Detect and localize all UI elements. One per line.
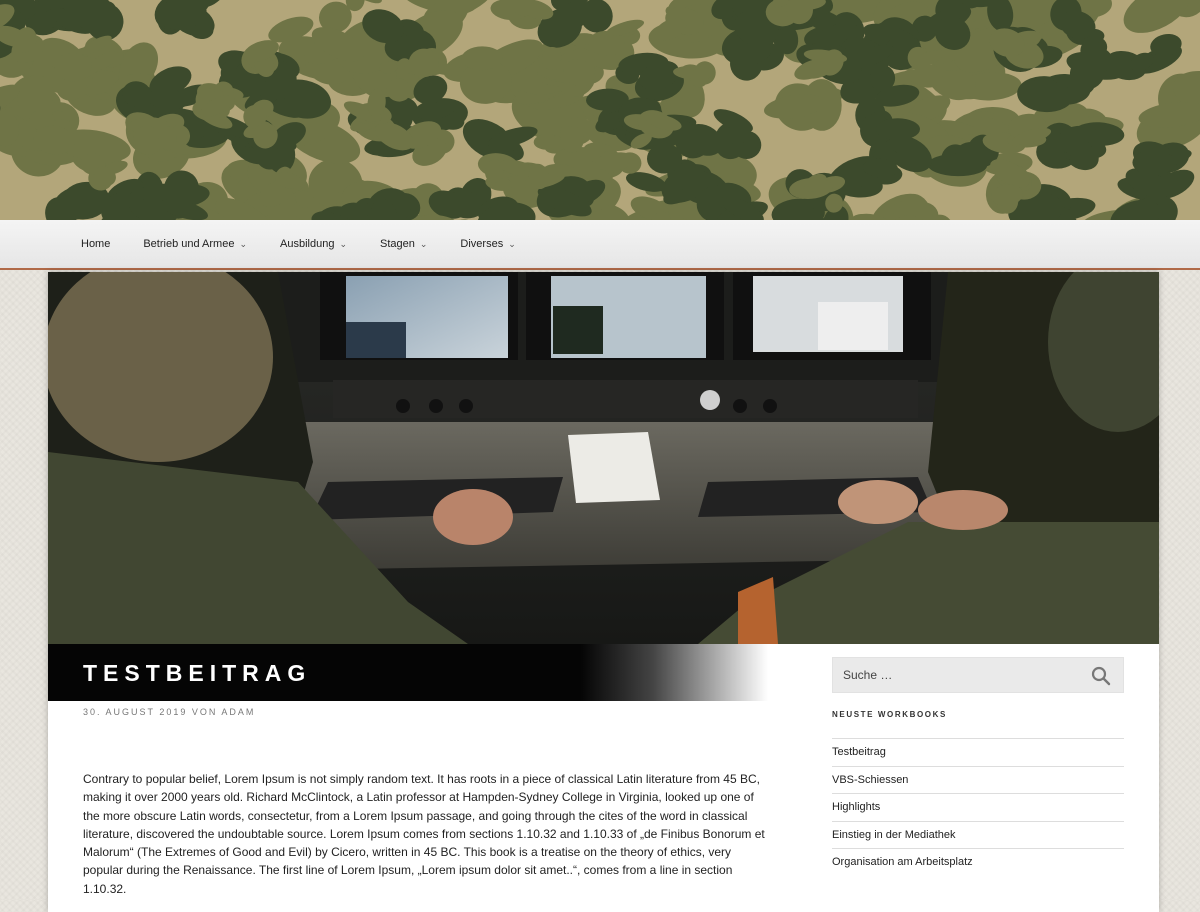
search-input[interactable]: [833, 658, 1073, 692]
post-meta: 30. AUGUST 2019 VON ADAM: [83, 707, 256, 717]
search-form: [832, 657, 1124, 693]
nav-item-betrieb-und-armee[interactable]: Betrieb und Armee ⌄: [143, 238, 247, 250]
list-item-vbs-schiessen[interactable]: VBS-Schiessen: [832, 765, 1124, 794]
nav-label: Betrieb und Armee: [143, 238, 235, 250]
list-item-einstieg-mediathek[interactable]: Einstieg in der Mediathek: [832, 820, 1124, 849]
post-title-bar: TESTBEITRAG: [48, 644, 768, 701]
chevron-down-icon: ⌄: [508, 238, 516, 249]
list-item-highlights[interactable]: Highlights: [832, 793, 1124, 821]
search-icon[interactable]: [1091, 666, 1111, 686]
hero-image: [48, 272, 1159, 644]
nav-label: Ausbildung: [280, 238, 335, 250]
nav-item-home[interactable]: Home: [81, 238, 110, 250]
recent-workbooks-list: Testbeitrag VBS-Schiessen Highlights Ein…: [832, 738, 1124, 876]
nav-item-diverses[interactable]: Diverses ⌄: [460, 238, 515, 250]
chevron-down-icon: ⌄: [339, 238, 347, 249]
post-content: Contrary to popular belief, Lorem Ipsum …: [83, 772, 765, 896]
nav-label: Home: [81, 238, 111, 250]
post-title: TESTBEITRAG: [83, 660, 312, 686]
main-navigation: Home Betrieb und Armee ⌄ Ausbildung ⌄ St…: [0, 220, 1200, 270]
nav-label: Stagen: [380, 238, 415, 250]
nav-item-ausbildung[interactable]: Ausbildung ⌄: [280, 238, 347, 250]
list-item-testbeitrag[interactable]: Testbeitrag: [832, 738, 1124, 766]
header-camo-banner: [0, 0, 1200, 220]
widget-title: NEUSTE WORKBOOKS: [832, 710, 947, 719]
chevron-down-icon: ⌄: [239, 238, 248, 249]
nav-label: Diverses: [460, 238, 504, 250]
content-card: TESTBEITRAG 30. AUGUST 2019 VON ADAM Con…: [48, 272, 1159, 912]
list-item-organisation-arbeitsplatz[interactable]: Organisation am Arbeitsplatz: [832, 848, 1124, 876]
nav-item-stagen[interactable]: Stagen ⌄: [380, 238, 427, 250]
nav-menu: Home Betrieb und Armee ⌄ Ausbildung ⌄ St…: [81, 220, 549, 268]
chevron-down-icon: ⌄: [419, 238, 428, 249]
